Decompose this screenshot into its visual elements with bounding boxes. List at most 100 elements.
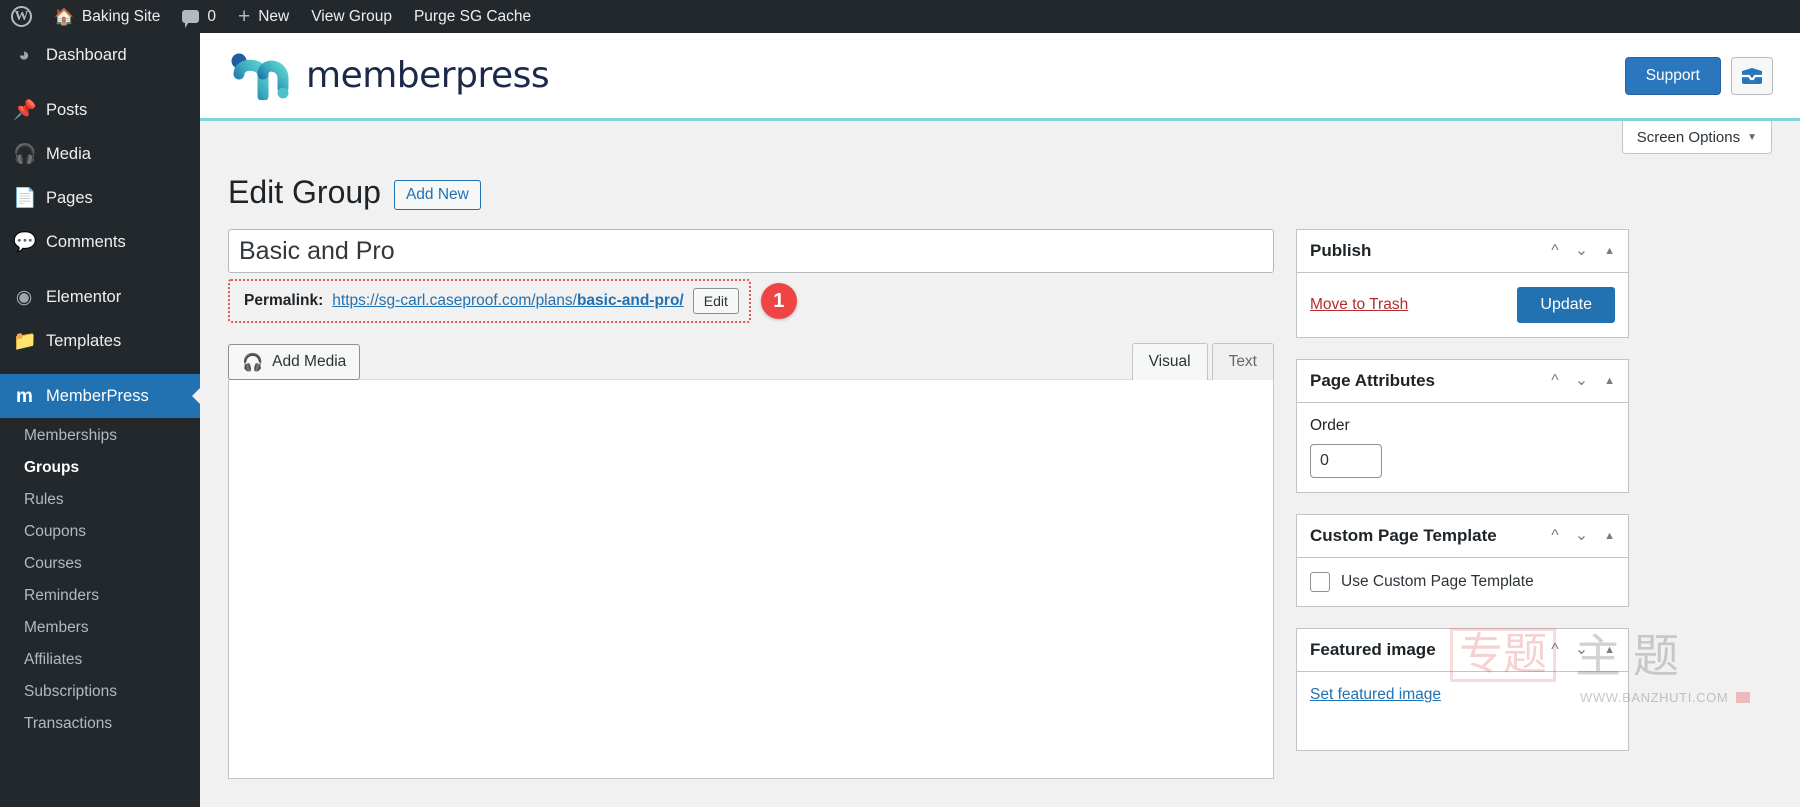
main-content-area: memberpress Support Screen Options ▼ Edi… xyxy=(200,33,1800,807)
editor-toolbar-row: 🎧 Add Media Visual Text xyxy=(228,343,1274,381)
permalink-slug: basic-and-pro/ xyxy=(576,292,684,310)
postbox-controls: ^ ⌄ ▲ xyxy=(1551,373,1615,389)
permalink-row: Permalink: https://sg-carl.caseproof.com… xyxy=(228,279,1274,324)
comments-count: 0 xyxy=(207,7,216,25)
sidebar-item-transactions[interactable]: Transactions xyxy=(0,708,200,740)
admin-sidebar-menu: ◕ Dashboard 📌 Posts 🎧 Media 📄 Pages 💬 Co… xyxy=(0,33,200,807)
add-media-label: Add Media xyxy=(272,353,347,371)
permalink-link[interactable]: https://sg-carl.caseproof.com/plans/basi… xyxy=(332,292,683,310)
plus-icon: + xyxy=(237,5,251,28)
sidebar-item-memberships[interactable]: Memberships xyxy=(0,420,200,452)
update-button[interactable]: Update xyxy=(1517,287,1615,324)
toggle-panel-icon[interactable]: ▲ xyxy=(1604,644,1615,656)
view-group-link[interactable]: View Group xyxy=(300,0,403,33)
move-up-icon[interactable]: ^ xyxy=(1551,243,1559,259)
site-name-menu[interactable]: 🏠 Baking Site xyxy=(43,0,171,33)
sidebar-item-templates[interactable]: 📁 Templates xyxy=(0,319,200,363)
memberpress-brand-text: memberpress xyxy=(306,55,550,96)
order-input[interactable] xyxy=(1310,444,1382,479)
sidebar-item-groups[interactable]: Groups xyxy=(0,452,200,484)
sidebar-item-dashboard[interactable]: ◕ Dashboard xyxy=(0,33,200,77)
post-body-content: Permalink: https://sg-carl.caseproof.com… xyxy=(228,229,1274,780)
wp-logo-menu[interactable]: W xyxy=(0,0,43,33)
publish-box-inside: Move to Trash Update xyxy=(1297,273,1628,337)
sidebar-item-subscriptions[interactable]: Subscriptions xyxy=(0,676,200,708)
featured-image-header: Featured image ^ ⌄ ▲ xyxy=(1297,629,1628,673)
step-badge-1: 1 xyxy=(760,283,797,320)
order-label: Order xyxy=(1310,417,1350,435)
post-title-input[interactable] xyxy=(228,229,1274,274)
sidebar-item-reminders[interactable]: Reminders xyxy=(0,580,200,612)
move-down-icon[interactable]: ⌄ xyxy=(1575,528,1588,544)
toggle-panel-icon[interactable]: ▲ xyxy=(1604,375,1615,387)
sidebar-item-pages[interactable]: 📄 Pages xyxy=(0,176,200,220)
sidebar-item-posts[interactable]: 📌 Posts xyxy=(0,88,200,132)
memberpress-icon: m xyxy=(16,385,33,407)
move-down-icon[interactable]: ⌄ xyxy=(1575,373,1588,389)
page-body: Edit Group Add New Permalink: https://sg… xyxy=(200,159,1800,780)
sidebar-item-media[interactable]: 🎧 Media xyxy=(0,132,200,176)
add-media-button[interactable]: 🎧 Add Media xyxy=(228,344,361,381)
memberpress-header: memberpress Support xyxy=(200,33,1800,121)
inbox-button[interactable] xyxy=(1731,56,1773,95)
sidebar-item-label: Dashboard xyxy=(46,45,127,64)
toggle-panel-icon[interactable]: ▲ xyxy=(1604,530,1615,542)
post-editor-layout: Permalink: https://sg-carl.caseproof.com… xyxy=(228,229,1772,780)
postbox-controls: ^ ⌄ ▲ xyxy=(1551,642,1615,658)
content-editor: 🎧 Add Media Visual Text xyxy=(228,343,1274,780)
publish-actions: Move to Trash Update xyxy=(1310,287,1615,324)
set-featured-image-link[interactable]: Set featured image xyxy=(1310,686,1441,703)
custom-page-template-title: Custom Page Template xyxy=(1310,526,1497,546)
editor-mode-tabs: Visual Text xyxy=(1128,343,1274,381)
sidebar-item-memberpress[interactable]: m MemberPress xyxy=(0,374,200,418)
media-icon: 🎧 xyxy=(242,352,264,372)
page-attributes-inside: Order xyxy=(1297,403,1628,492)
screen-options-tab[interactable]: Screen Options ▼ xyxy=(1621,121,1772,154)
use-custom-template-label[interactable]: Use Custom Page Template xyxy=(1341,573,1534,591)
publish-box-header: Publish ^ ⌄ ▲ xyxy=(1297,230,1628,274)
site-name-label: Baking Site xyxy=(81,7,161,25)
comments-icon: 💬 xyxy=(13,231,37,253)
new-label: New xyxy=(258,7,290,25)
add-new-button[interactable]: Add New xyxy=(393,180,481,211)
sidebar-item-courses[interactable]: Courses xyxy=(0,548,200,580)
sidebar-item-elementor[interactable]: ◉ Elementor xyxy=(0,275,200,319)
move-up-icon[interactable]: ^ xyxy=(1551,642,1559,658)
sidebar-item-members[interactable]: Members xyxy=(0,612,200,644)
page-attributes-box: Page Attributes ^ ⌄ ▲ Order xyxy=(1296,359,1629,494)
move-up-icon[interactable]: ^ xyxy=(1551,373,1559,389)
page-attributes-title: Page Attributes xyxy=(1310,371,1436,391)
view-group-label: View Group xyxy=(311,7,392,25)
move-to-trash-link[interactable]: Move to Trash xyxy=(1310,296,1408,314)
editor-content-area[interactable] xyxy=(228,379,1274,780)
move-down-icon[interactable]: ⌄ xyxy=(1575,642,1588,658)
home-icon: 🏠 xyxy=(54,8,74,26)
menu-separator xyxy=(0,264,200,275)
toggle-panel-icon[interactable]: ▲ xyxy=(1604,245,1615,257)
screen-options-label: Screen Options xyxy=(1636,128,1741,146)
memberpress-header-actions: Support xyxy=(1624,56,1773,95)
page-attributes-header: Page Attributes ^ ⌄ ▲ xyxy=(1297,360,1628,404)
admin-bar: W 🏠 Baking Site 0 + New View Group Purge… xyxy=(0,0,1800,33)
edit-permalink-button[interactable]: Edit xyxy=(692,288,739,315)
new-content-menu[interactable]: + New xyxy=(227,0,300,33)
tab-text[interactable]: Text xyxy=(1211,343,1274,381)
move-down-icon[interactable]: ⌄ xyxy=(1575,243,1588,259)
publish-box: Publish ^ ⌄ ▲ Move to Trash Update xyxy=(1296,229,1629,339)
move-up-icon[interactable]: ^ xyxy=(1551,528,1559,544)
use-custom-template-checkbox[interactable] xyxy=(1310,572,1330,593)
page-header: Edit Group Add New xyxy=(228,173,1772,211)
custom-page-template-header: Custom Page Template ^ ⌄ ▲ xyxy=(1297,515,1628,559)
sidebar-item-coupons[interactable]: Coupons xyxy=(0,516,200,548)
purge-sg-cache-menu[interactable]: Purge SG Cache xyxy=(403,0,542,33)
support-button[interactable]: Support xyxy=(1624,56,1721,95)
comments-bubble[interactable]: 0 xyxy=(171,0,227,33)
tab-visual[interactable]: Visual xyxy=(1131,343,1208,381)
sidebar-item-comments[interactable]: 💬 Comments xyxy=(0,220,200,264)
postbox-controls: ^ ⌄ ▲ xyxy=(1551,528,1615,544)
sidebar-item-rules[interactable]: Rules xyxy=(0,484,200,516)
screen-meta-links: Screen Options ▼ xyxy=(200,121,1800,159)
featured-image-inside: Set featured image xyxy=(1297,672,1628,750)
wordpress-logo-icon: W xyxy=(11,6,32,27)
sidebar-item-affiliates[interactable]: Affiliates xyxy=(0,644,200,676)
